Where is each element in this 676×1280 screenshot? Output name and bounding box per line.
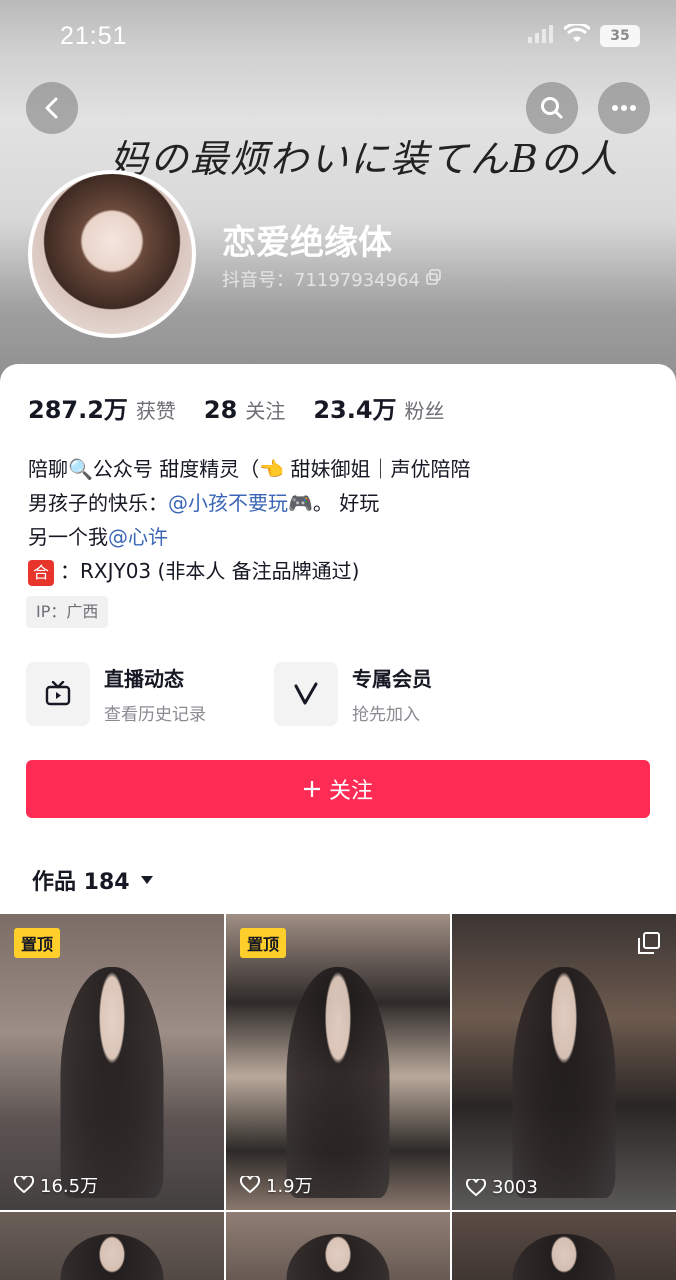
follow-label: 关注 — [328, 779, 373, 804]
douyin-id: 抖音号：71197934964 — [222, 266, 442, 292]
wifi-icon — [562, 22, 592, 48]
more-dots-icon — [612, 105, 636, 111]
banner-handwriting: 妈の最烦わいに装てんBの人 — [110, 137, 620, 181]
mention-link[interactable]: @心许 — [108, 525, 168, 549]
douyin-id-text: 抖音号：71197934964 — [222, 270, 420, 291]
bio-text: ：RXJY03 (非本人 备注品牌通过) — [60, 559, 360, 583]
plus-icon — [303, 781, 320, 797]
avatar[interactable] — [28, 170, 196, 338]
status-icons: 35 — [528, 22, 640, 48]
entry-title: 专属会员 — [352, 667, 432, 691]
video-tile[interactable]: 置顶 16.5万 — [0, 914, 224, 1210]
mention-link[interactable]: @小孩不要玩🎮 — [168, 491, 313, 515]
heart-icon — [14, 1176, 34, 1194]
stat-label: 粉丝 — [404, 399, 445, 423]
heart-icon — [240, 1176, 260, 1194]
search-icon — [541, 97, 563, 119]
stat-value: 28 — [203, 396, 238, 424]
stat-label: 获赞 — [135, 399, 176, 423]
bio: 陪聊🔍公众号 甜度精灵（👈 甜妹御姐｜声优陪陪 男孩子的快乐：@小孩不要玩🎮。 … — [28, 452, 471, 588]
stat-followers[interactable]: 23.4万 粉丝 — [313, 390, 444, 425]
video-thumbnail — [286, 967, 390, 1199]
stat-following[interactable]: 28 关注 — [204, 395, 285, 424]
follow-button[interactable]: 关注 — [26, 760, 650, 818]
video-tile[interactable]: 置顶 1.9万 — [226, 914, 450, 1210]
tv-icon — [26, 662, 90, 726]
video-thumbnail — [60, 1233, 164, 1280]
bio-line-2: 男孩子的快乐：@小孩不要玩🎮。 好玩 — [28, 486, 471, 520]
ip-location-tag: IP：广西 — [26, 596, 109, 628]
stat-value: 287.2万 — [28, 396, 128, 424]
video-thumbnail — [60, 967, 164, 1199]
like-count: 1.9万 — [240, 1172, 313, 1198]
username: 恋爱绝缘体 — [222, 223, 392, 263]
works-label: 作品 184 — [32, 870, 130, 895]
entry-text: 专属会员 抢先加入 — [352, 663, 432, 725]
cooperation-tag-icon: 合 — [28, 559, 54, 586]
status-time: 21:51 — [60, 22, 128, 50]
video-tile[interactable] — [452, 1212, 676, 1280]
live-history-entry[interactable]: 直播动态 查看历史记录 — [26, 660, 206, 728]
bio-text: 另一个我 — [28, 525, 108, 549]
v-icon — [274, 662, 338, 726]
profile-card: 287.2万 获赞 28 关注 23.4万 粉丝 陪聊🔍公众号 甜度精灵（👈 甜… — [0, 364, 676, 1280]
pinned-badge: 置顶 — [240, 928, 287, 958]
bio-line-3: 另一个我@心许 — [28, 520, 471, 554]
video-thumbnail — [512, 1233, 616, 1280]
works-tab[interactable]: 作品 184 — [32, 864, 154, 896]
back-button[interactable] — [26, 82, 78, 134]
entry-subtitle: 抢先加入 — [352, 705, 420, 725]
stat-label: 关注 — [245, 399, 286, 423]
like-count: 16.5万 — [14, 1172, 98, 1198]
like-value: 3003 — [492, 1177, 538, 1198]
stat-likes[interactable]: 287.2万 获赞 — [28, 390, 176, 425]
stats-row: 287.2万 获赞 28 关注 23.4万 粉丝 — [28, 390, 445, 425]
copy-icon[interactable] — [426, 268, 442, 290]
like-value: 16.5万 — [40, 1176, 99, 1197]
entry-text: 直播动态 查看历史记录 — [104, 663, 206, 725]
video-tile[interactable]: 3003 — [452, 914, 676, 1210]
video-tile[interactable] — [226, 1212, 450, 1280]
pinned-badge: 置顶 — [14, 928, 61, 958]
status-bar: 21:51 35 — [0, 0, 676, 72]
video-tile[interactable] — [0, 1212, 224, 1280]
like-value: 1.9万 — [266, 1176, 313, 1197]
bio-text: 男孩子的快乐： — [28, 491, 168, 515]
bio-line-1: 陪聊🔍公众号 甜度精灵（👈 甜妹御姐｜声优陪陪 — [28, 457, 471, 481]
battery-icon: 35 — [600, 25, 640, 47]
profile-banner: 21:51 35 妈の最烦わいに装てんBの人 恋爱绝缘体 抖音号：7119793… — [0, 0, 676, 400]
bio-line-4: 合：RXJY03 (非本人 备注品牌通过) — [28, 554, 471, 588]
search-button[interactable] — [526, 82, 578, 134]
heart-icon — [466, 1178, 486, 1196]
video-thumbnail — [286, 1233, 390, 1280]
stat-value: 23.4万 — [313, 396, 397, 424]
video-thumbnail — [512, 967, 616, 1199]
entry-subtitle: 查看历史记录 — [104, 705, 206, 725]
signal-icon — [528, 25, 554, 47]
like-count: 3003 — [466, 1177, 538, 1198]
more-button[interactable] — [598, 82, 650, 134]
membership-entry[interactable]: 专属会员 抢先加入 — [274, 660, 432, 728]
multi-image-icon — [638, 932, 660, 958]
bio-text: 。 好玩 — [312, 491, 380, 515]
chevron-left-icon — [45, 97, 58, 119]
entry-title: 直播动态 — [104, 667, 184, 691]
caret-down-icon — [140, 876, 153, 884]
